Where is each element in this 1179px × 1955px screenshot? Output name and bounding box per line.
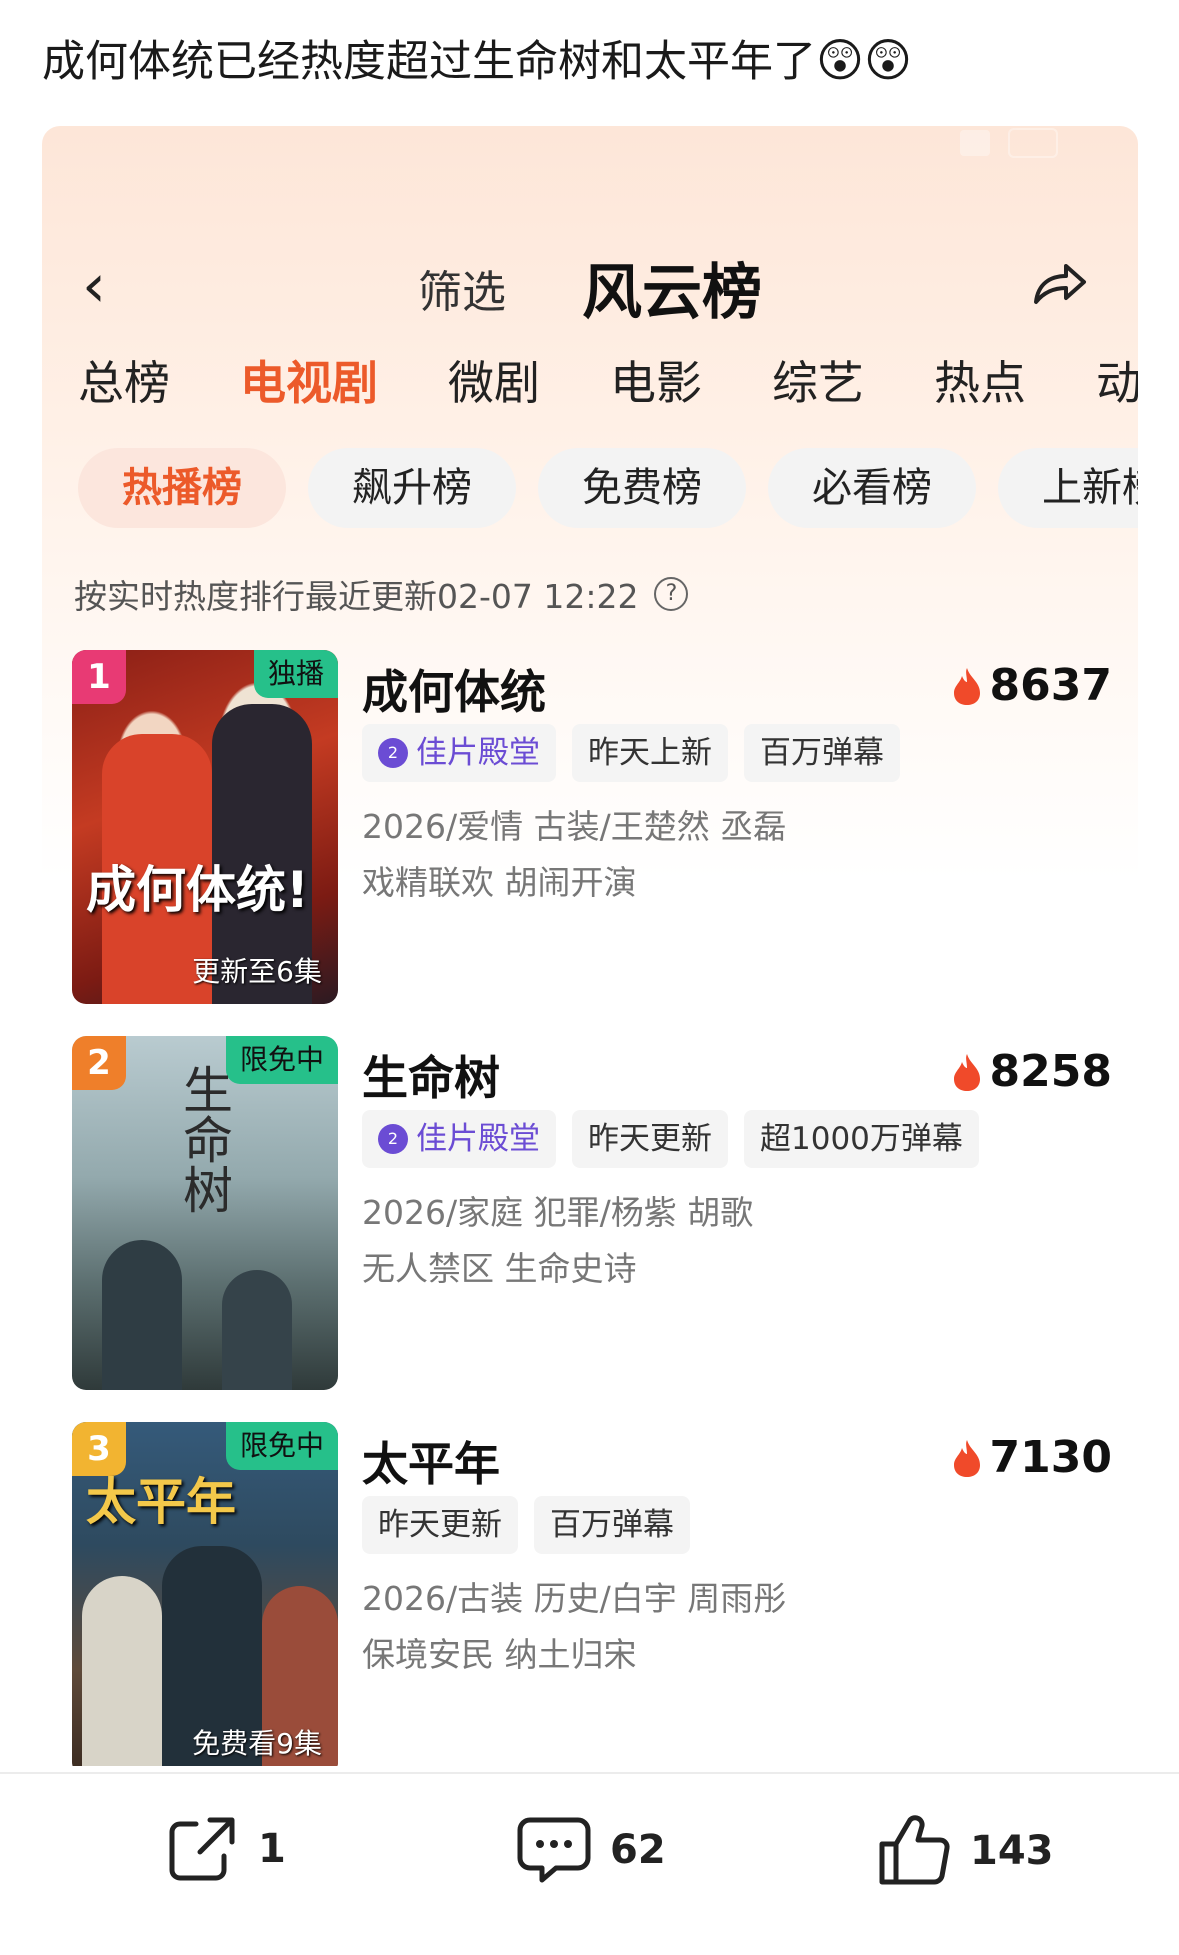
show-slogan: 保境安民 纳土归宋 [362,1635,637,1674]
free-badge: 限免中 [225,1036,338,1084]
tab-hot[interactable]: 热点 [934,348,1026,418]
comment-button[interactable]: 62 [516,1814,666,1886]
embedded-screenshot: ‹ 筛选 风云榜 总榜 电视剧 微剧 电影 综艺 热点 动 热播榜 飙升榜 免费… [42,126,1138,1766]
flame-icon [953,1439,980,1477]
tab-micro-drama[interactable]: 微剧 [448,348,540,418]
back-chevron-icon[interactable]: ‹ [82,246,106,326]
tag-list: 2 佳片殿堂 昨天上新 百万弹幕 [362,724,916,782]
share-arrow-icon[interactable] [1032,258,1088,312]
free-badge: 限免中 [225,1422,338,1470]
tab-overall[interactable]: 总榜 [78,348,170,418]
episode-status: 免费看9集 [192,1727,322,1760]
heat-score: 8258 [952,1046,1112,1097]
tag: 2 佳片殿堂 [362,1110,556,1168]
filter-link[interactable]: 筛选 [418,256,506,320]
comment-icon [517,1817,591,1883]
list-item[interactable]: 2 限免中 生命树 生命树 8258 2 佳片殿堂 昨天更新 超1000万弹幕 2… [72,1036,1112,1422]
status-bar [960,128,1058,158]
show-title[interactable]: 太平年 [362,1428,500,1494]
post-action-bar: 1 62 143 [0,1800,1179,1910]
ranking-tab-hot-play[interactable]: 热播榜 [78,448,286,528]
poster-image[interactable]: 3 限免中 太平年 免费看9集 [72,1422,338,1766]
tab-movie[interactable]: 电影 [610,348,702,418]
post-title-text: 成何体统已经热度超过生命树和太平年了 [42,37,816,87]
thumbs-up-icon [879,1815,950,1885]
update-note-text: 按实时热度排行最近更新02-07 12:22 [74,577,639,616]
page-title: 风云榜 [582,258,762,328]
astonished-face-icon: 😲😲 [816,33,912,87]
episode-status: 更新至6集 [192,955,322,988]
wifi-icon [960,130,990,156]
tag: 超1000万弹幕 [744,1110,979,1168]
show-meta: 2026/爱情 古装/王楚然 丞磊 [362,807,787,846]
top-nav-bar: ‹ 筛选 风云榜 [42,226,1138,346]
show-slogan: 无人禁区 生命史诗 [362,1249,637,1288]
category-tabs: 总榜 电视剧 微剧 电影 综艺 热点 动 [78,348,1138,418]
tab-anime[interactable]: 动 [1096,348,1138,418]
share-button[interactable]: 1 [166,1814,286,1884]
share-count: 1 [258,1826,286,1872]
tag: 2 佳片殿堂 [362,724,556,782]
ranking-tab-new[interactable]: 上新榜 [998,448,1138,528]
rank-badge: 1 [72,650,126,704]
heat-value: 8637 [989,660,1112,711]
trophy-icon: 2 [378,738,408,768]
tag: 昨天更新 [362,1496,518,1554]
tag: 百万弹幕 [534,1496,690,1554]
tag: 百万弹幕 [744,724,900,782]
ranking-tab-rising[interactable]: 飙升榜 [308,448,516,528]
tag-list: 2 佳片殿堂 昨天更新 超1000万弹幕 [362,1110,995,1168]
help-icon[interactable]: ? [654,577,689,611]
tag: 昨天更新 [572,1110,728,1168]
show-meta: 2026/家庭 犯罪/杨紫 胡歌 [362,1193,754,1232]
list-item[interactable]: 3 限免中 太平年 免费看9集 太平年 7130 昨天更新 百万弹幕 2026/… [72,1422,1112,1766]
ranking-tab-free[interactable]: 免费榜 [538,448,746,528]
ranking-list: 1 独播 成何体统! 更新至6集 成何体统 8637 2 佳片殿堂 昨天上新 百万… [72,650,1112,1766]
comment-count: 62 [610,1827,666,1873]
poster-image[interactable]: 2 限免中 生命树 [72,1036,338,1390]
show-slogan: 戏精联欢 胡闹开演 [362,863,637,902]
tag: 昨天上新 [572,724,728,782]
update-note: 按实时热度排行最近更新02-07 12:22 ? [74,570,689,618]
poster-title-text: 太平年 [86,1473,236,1531]
share-icon [169,1817,235,1881]
show-title[interactable]: 生命树 [362,1042,500,1108]
heat-value: 8258 [989,1046,1112,1097]
poster-image[interactable]: 1 独播 成何体统! 更新至6集 [72,650,338,1004]
heat-score: 8637 [952,660,1112,711]
list-item[interactable]: 1 独播 成何体统! 更新至6集 成何体统 8637 2 佳片殿堂 昨天上新 百万… [72,650,1112,1036]
divider [0,1772,1179,1774]
battery-icon [1008,128,1058,158]
flame-icon [953,1053,980,1091]
show-meta: 2026/古装 历史/白宇 周雨彤 [362,1579,787,1618]
like-count: 143 [970,1828,1054,1874]
heat-value: 7130 [989,1432,1112,1483]
tab-variety[interactable]: 综艺 [772,348,864,418]
show-title[interactable]: 成何体统 [362,656,546,722]
post-title: 成何体统已经热度超过生命树和太平年了😲😲 [42,28,1142,94]
flame-icon [953,667,980,705]
ranking-tabs: 热播榜 飙升榜 免费榜 必看榜 上新榜 [78,448,1138,528]
heat-score: 7130 [952,1432,1112,1483]
trophy-icon: 2 [378,1124,408,1154]
tag-list: 昨天更新 百万弹幕 [362,1496,706,1554]
tab-tv-series[interactable]: 电视剧 [240,348,378,418]
poster-title-text: 生命树 [175,1064,233,1214]
like-button[interactable]: 143 [876,1814,1054,1888]
ranking-tab-must-watch[interactable]: 必看榜 [768,448,976,528]
exclusive-badge: 独播 [253,650,338,698]
rank-badge: 2 [72,1036,126,1090]
poster-title-text: 成何体统! [86,861,309,919]
